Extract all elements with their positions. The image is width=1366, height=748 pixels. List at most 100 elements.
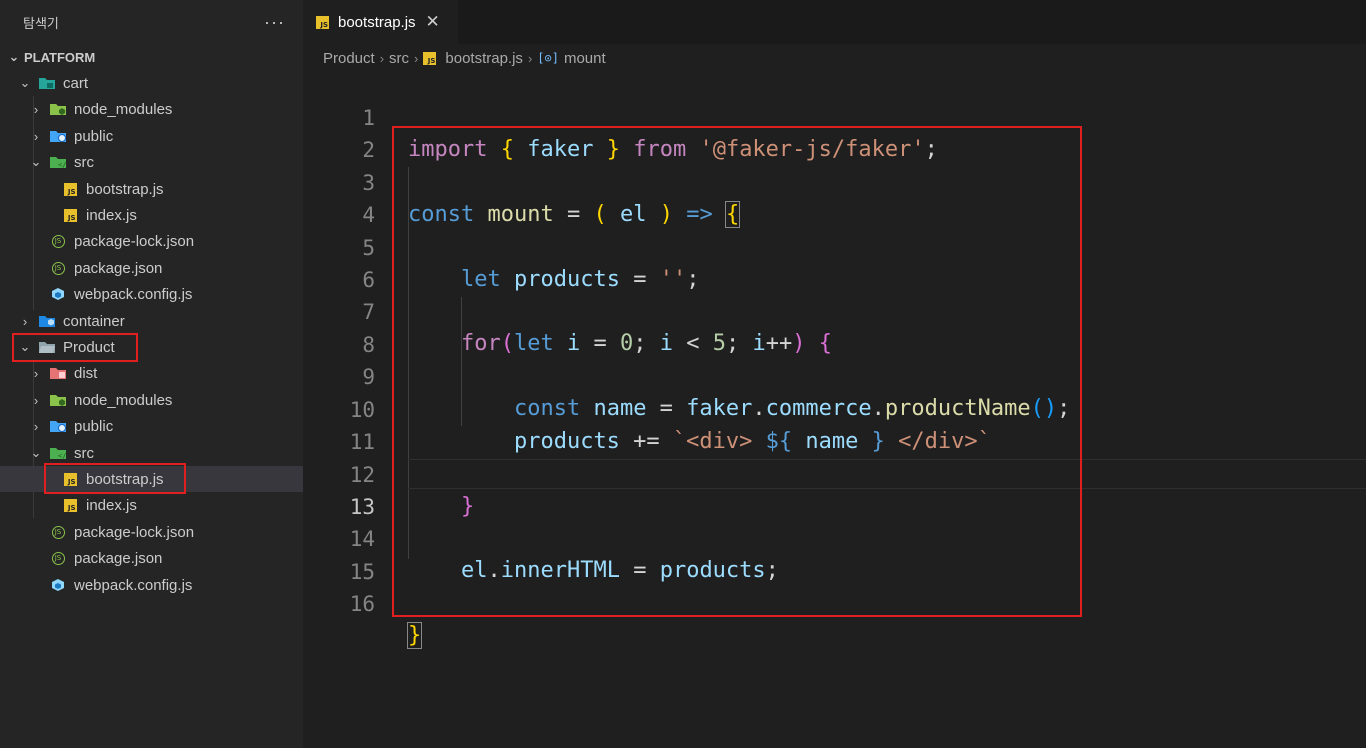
tree-file-package-json[interactable]: JS package.json: [0, 545, 303, 571]
tree-label: index.js: [86, 206, 137, 224]
javascript-file-icon: JS: [423, 51, 437, 65]
svg-text:</>: </>: [58, 161, 67, 169]
chevron-down-icon: ⌄: [19, 75, 31, 90]
public-folder-icon: [49, 128, 67, 144]
tree-label: cart: [63, 74, 89, 92]
code-line: 4: [362, 203, 375, 227]
public-folder-icon: [49, 418, 67, 434]
tree-folder-src[interactable]: ⌄ </> src: [0, 149, 303, 175]
root-label: PLATFORM: [24, 49, 96, 65]
explorer-title: 탐색기: [23, 15, 59, 31]
code-line: 7 for(let i = 0; i < 5; i++) {: [362, 300, 832, 356]
tree-label: node_modules: [74, 391, 173, 409]
chevron-down-icon: ⌄: [30, 445, 42, 460]
tree-file-bootstrap-js-selected[interactable]: JS bootstrap.js: [0, 466, 303, 492]
tree-file-webpack-config-js[interactable]: webpack.config.js: [0, 572, 303, 598]
dist-folder-icon: [49, 365, 67, 381]
src-folder-icon: </>: [49, 154, 67, 170]
close-icon[interactable]: ✕: [426, 12, 440, 32]
tree-file-index-js[interactable]: JS index.js: [0, 492, 303, 518]
container-folder-icon: [38, 313, 56, 329]
tree-label: src: [74, 444, 94, 462]
tree-file-package-lock-json[interactable]: JS package-lock.json: [0, 228, 303, 254]
tree-label: package.json: [74, 549, 163, 567]
code-line: 9 const name = faker.commerce.productNam…: [362, 365, 1071, 421]
tree-folder-product[interactable]: ⌄ Product: [0, 334, 303, 360]
node-folder-icon: [49, 101, 67, 117]
more-actions-icon[interactable]: ···: [264, 12, 285, 33]
tree-label: webpack.config.js: [74, 285, 193, 303]
explorer-sidebar: 탐색기 ··· ⌄ PLATFORM ⌄ cart › node_modules…: [0, 0, 303, 748]
tree-file-package-json[interactable]: JS package.json: [0, 255, 303, 281]
tab-bootstrap-js[interactable]: JS bootstrap.js ✕: [303, 0, 458, 44]
chevron-down-icon: ⌄: [8, 49, 20, 64]
code-line: 15: [349, 560, 375, 584]
tab-label: bootstrap.js: [338, 13, 416, 31]
breadcrumb-bootstrap-js[interactable]: JS bootstrap.js: [423, 50, 523, 67]
tree-label: index.js: [86, 496, 137, 514]
tree-label: node_modules: [74, 100, 173, 118]
nodejs-file-icon: JS: [49, 550, 67, 566]
tree-file-index-js[interactable]: JS index.js: [0, 202, 303, 228]
code-line: 11: [349, 430, 375, 454]
tree-folder-public[interactable]: › public: [0, 123, 303, 149]
tree-folder-node-modules[interactable]: › node_modules: [0, 96, 303, 122]
code-line-active: 13: [349, 495, 375, 519]
tree-file-bootstrap-js[interactable]: JS bootstrap.js: [0, 176, 303, 202]
tree-label: public: [74, 127, 114, 145]
javascript-file-icon: JS: [316, 15, 329, 29]
editor-area: JS bootstrap.js ✕ Product › src › JS boot…: [303, 0, 1366, 748]
code-line: 3 const mount = ( el ) => {: [362, 171, 741, 228]
chevron-right-icon: ›: [33, 101, 39, 117]
javascript-file-icon: JS: [61, 497, 79, 513]
chevron-right-icon: ›: [379, 50, 385, 66]
chevron-right-icon: ›: [33, 365, 39, 381]
explorer-header: 탐색기 ···: [0, 0, 303, 44]
chevron-right-icon: ›: [22, 313, 28, 329]
tree-label: dist: [74, 364, 98, 382]
tree-folder-dist[interactable]: › dist: [0, 360, 303, 386]
chevron-right-icon: ›: [414, 50, 419, 66]
chevron-down-icon: ⌄: [30, 154, 42, 169]
nodejs-file-icon: JS: [49, 524, 67, 540]
code-line: 5 let products = '';: [362, 236, 700, 292]
nodejs-file-icon: JS: [49, 233, 67, 249]
tree-label: package-lock.json: [74, 232, 195, 250]
code-line: 1 import { faker } from '@faker-js/faker…: [362, 106, 938, 162]
chevron-down-icon: ⌄: [19, 339, 31, 354]
tree-file-package-lock-json[interactable]: JS package-lock.json: [0, 519, 303, 545]
tree-label: public: [74, 417, 114, 435]
chevron-right-icon: ›: [33, 418, 39, 434]
node-folder-icon: [49, 392, 67, 408]
tree-folder-public[interactable]: › public: [0, 413, 303, 439]
tree-label: Product: [63, 338, 115, 356]
tree-folder-node-modules[interactable]: › node_modules: [0, 387, 303, 413]
tree-label: bootstrap.js: [86, 470, 164, 488]
tree-file-webpack-config-js[interactable]: webpack.config.js: [0, 281, 303, 307]
folder-open-icon: [38, 75, 56, 91]
code-line: 14 el.innerHTML = products;: [349, 527, 779, 583]
tree-label: src: [74, 153, 94, 171]
tree-label: package-lock.json: [74, 523, 195, 541]
code-line: 10 products += `<div> ${ name } </div>`: [349, 398, 991, 454]
code-line: 8: [362, 333, 375, 357]
tree-folder-src[interactable]: ⌄ </> src: [0, 440, 303, 466]
breadcrumb-src[interactable]: src: [389, 50, 409, 67]
breadcrumb-mount[interactable]: [⊙] mount: [537, 50, 605, 67]
tree-label: container: [63, 312, 125, 330]
breadcrumb: Product › src › JS bootstrap.js › [⊙] moun…: [303, 44, 606, 72]
code-line: 2: [362, 138, 375, 162]
breadcrumb-product[interactable]: Product: [323, 50, 375, 67]
code-line: 12 }: [349, 463, 475, 519]
chevron-right-icon: ›: [527, 50, 533, 66]
src-folder-icon: </>: [49, 445, 67, 461]
tree-label: bootstrap.js: [86, 180, 164, 198]
symbol-variable-icon: [⊙]: [537, 51, 559, 65]
tab-bar: JS bootstrap.js ✕: [303, 0, 1366, 44]
tree-root-platform[interactable]: ⌄ PLATFORM: [0, 44, 303, 70]
javascript-file-icon: JS: [61, 471, 79, 487]
webpack-cube-icon: [49, 577, 67, 593]
tree-folder-container[interactable]: › container: [0, 308, 303, 334]
tree-folder-cart[interactable]: ⌄ cart: [0, 70, 303, 96]
chevron-right-icon: ›: [33, 128, 39, 144]
